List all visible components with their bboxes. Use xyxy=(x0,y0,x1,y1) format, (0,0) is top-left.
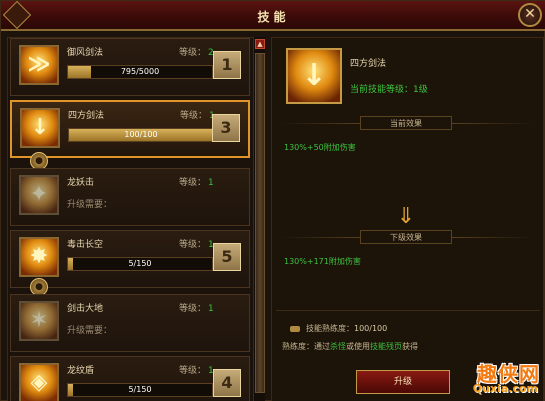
arrow-down-icon: ⇓ xyxy=(396,204,416,229)
yufeng-skill-icon: ≫ xyxy=(19,45,59,85)
skill-level: 等级：1 xyxy=(179,178,214,188)
current-effect-header: 当前效果 xyxy=(272,116,543,130)
current-effect-text: 130%+50附加伤害 xyxy=(284,143,356,152)
skill-detail-panel: ↓ 四方剑法 当前技能等级：1级 当前效果 130%+50附加伤害 ⇓ 下级效果… xyxy=(271,37,544,401)
skill-row-dujichangkong[interactable]: ✸ 毒击长空 等级： 1 5/150 5 xyxy=(10,230,250,288)
skill-level: 等级： 2 xyxy=(179,48,214,58)
title-bar: 技能 ✕ xyxy=(1,0,545,31)
hotkey-slot[interactable]: 1 xyxy=(213,51,241,79)
jianjidadi-skill-icon: ✶ xyxy=(19,301,59,341)
upgrade-requirement: 升级需要： xyxy=(67,326,113,336)
skill-name: 剑击大地 xyxy=(67,304,104,314)
book-icon xyxy=(290,325,300,332)
detail-skill-name: 四方剑法 xyxy=(350,59,387,69)
skill-level: 等级：1 xyxy=(179,240,214,250)
skill-progress-bar: 100/100 xyxy=(68,128,214,142)
skill-name: 毒击长空 xyxy=(67,240,104,250)
progress-text: 795/5000 xyxy=(120,67,160,76)
skill-row-sifang[interactable]: ↓ 四方剑法 等级：1 100/100 3 xyxy=(10,100,250,158)
skill-progress-bar: 5/150 xyxy=(67,383,213,397)
detail-skill-level: 当前技能等级：1级 xyxy=(350,85,428,95)
skill-progress-bar: 795/5000 xyxy=(67,65,213,79)
skill-progress-bar: 5/150 xyxy=(67,257,213,271)
sifang-detail-icon: ↓ xyxy=(286,48,342,104)
scroll-thumb[interactable] xyxy=(255,53,265,393)
skill-level: 等级：1 xyxy=(179,304,214,314)
longwendun-skill-icon: ◈ xyxy=(19,363,59,401)
skill-row-longyao[interactable]: ✦ 龙妖击 等级： 1 升级需要： xyxy=(10,168,250,226)
progress-text: 5/150 xyxy=(128,385,152,394)
progress-text: 5/150 xyxy=(128,259,152,268)
skill-row-longwendun[interactable]: ◈ 龙纹盾 等级： 1 5/150 4 xyxy=(10,356,250,401)
dujichangkong-skill-icon: ✸ xyxy=(19,237,59,277)
skill-list: ≫ 御风剑法 等级：2 795/5000 1 ↓ 四方剑法 等级：1 100/1… xyxy=(7,37,263,401)
skill-name: 龙纹盾 xyxy=(67,366,95,376)
next-effect-header: 下级效果 xyxy=(272,230,543,244)
skill-name: 四方剑法 xyxy=(68,111,105,121)
next-effect-text: 130%+171附加伤害 xyxy=(284,257,361,266)
longyao-skill-icon: ✦ xyxy=(19,175,59,215)
skill-level: 等级：1 xyxy=(180,111,215,121)
skill-window: 技能 ✕ ≫ 御风剑法 等级： 2 795/5000 1 ↓ 四方剑法 等级： 1 … xyxy=(0,0,545,401)
close-button[interactable]: ✕ xyxy=(518,3,542,27)
hotkey-slot[interactable]: 3 xyxy=(212,114,240,142)
proficiency-description: 熟练度：通过杀怪或使用技能残页获得 xyxy=(282,342,418,351)
skill-row-yufeng[interactable]: ≫ 御风剑法 等级： 2 795/5000 1 xyxy=(10,38,250,96)
site-watermark-logo: 趣侠网 Quxia.com xyxy=(472,362,540,395)
proficiency-section: 技能熟练度：100/100 熟练度：通过杀怪或使用技能残页获得 xyxy=(276,310,540,362)
skill-list-scrollbar[interactable]: ▲ xyxy=(253,37,265,401)
skill-row-jianjidadi[interactable]: ✶ 剑击大地 等级： 1 升级需要： xyxy=(10,294,250,352)
sifang-skill-icon: ↓ xyxy=(20,108,60,148)
skill-name: 龙妖击 xyxy=(67,178,95,188)
upgrade-requirement: 升级需要： xyxy=(67,200,113,210)
scroll-up-icon[interactable]: ▲ xyxy=(255,39,265,49)
skill-name: 御风剑法 xyxy=(67,48,104,58)
hotkey-slot[interactable]: 4 xyxy=(213,369,241,397)
proficiency-line: 技能熟练度：100/100 xyxy=(290,323,387,334)
hotkey-slot[interactable]: 5 xyxy=(213,243,241,271)
progress-text: 100/100 xyxy=(124,130,158,139)
skill-level: 等级：1 xyxy=(179,366,214,376)
window-title: 技能 xyxy=(257,10,290,24)
